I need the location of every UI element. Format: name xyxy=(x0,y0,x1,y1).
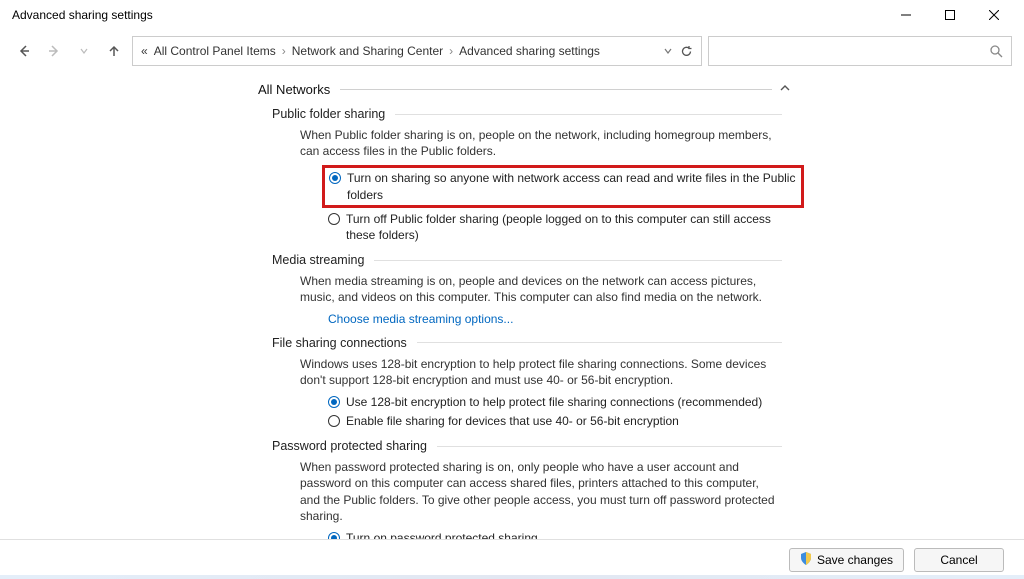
radio-icon xyxy=(328,213,340,225)
breadcrumb-item[interactable]: All Control Panel Items xyxy=(154,44,276,58)
arrow-right-icon xyxy=(47,44,61,58)
nav-row: « All Control Panel Items › Network and … xyxy=(0,30,1024,72)
breadcrumb-item[interactable]: Advanced sharing settings xyxy=(459,44,600,58)
close-button[interactable] xyxy=(972,1,1016,29)
radio-icon xyxy=(328,415,340,427)
section-title: All Networks xyxy=(258,82,340,97)
description-text: Windows uses 128-bit encryption to help … xyxy=(300,356,778,388)
back-button[interactable] xyxy=(12,39,36,63)
titlebar: Advanced sharing settings xyxy=(0,0,1024,30)
chevron-right-icon: › xyxy=(449,44,453,58)
description-text: When Public folder sharing is on, people… xyxy=(300,127,778,159)
radio-label: Enable file sharing for devices that use… xyxy=(346,413,679,429)
radio-encryption-4056[interactable]: Enable file sharing for devices that use… xyxy=(328,413,798,429)
chevron-down-icon xyxy=(80,47,88,55)
chevron-up-icon[interactable] xyxy=(772,83,790,96)
subsection-title: Password protected sharing xyxy=(272,439,437,453)
subsection-title: Media streaming xyxy=(272,253,374,267)
chevron-right-icon: › xyxy=(282,44,286,58)
divider xyxy=(437,446,782,447)
shield-icon xyxy=(800,552,812,568)
divider xyxy=(395,114,782,115)
close-icon xyxy=(989,10,999,20)
subsection-title: Public folder sharing xyxy=(272,107,395,121)
minimize-button[interactable] xyxy=(884,1,928,29)
radio-public-sharing-on[interactable]: Turn on sharing so anyone with network a… xyxy=(322,165,804,207)
radio-label: Use 128-bit encryption to help protect f… xyxy=(346,394,762,410)
arrow-left-icon xyxy=(17,44,31,58)
radio-encryption-128[interactable]: Use 128-bit encryption to help protect f… xyxy=(328,394,798,410)
cancel-button[interactable]: Cancel xyxy=(914,548,1004,572)
window-title: Advanced sharing settings xyxy=(12,8,153,22)
breadcrumb-item[interactable]: Network and Sharing Center xyxy=(292,44,443,58)
subsection-header: Password protected sharing xyxy=(272,439,782,453)
content-area: All Networks Public folder sharing When … xyxy=(0,72,1024,539)
save-changes-button[interactable]: Save changes xyxy=(789,548,904,572)
breadcrumb-prefix: « xyxy=(141,44,148,58)
address-bar[interactable]: « All Control Panel Items › Network and … xyxy=(132,36,702,66)
minimize-icon xyxy=(901,10,911,20)
subsection-title: File sharing connections xyxy=(272,336,417,350)
up-button[interactable] xyxy=(102,39,126,63)
maximize-button[interactable] xyxy=(928,1,972,29)
refresh-icon[interactable] xyxy=(680,45,693,58)
subsection-header: Public folder sharing xyxy=(272,107,782,121)
divider xyxy=(417,342,782,343)
chevron-down-icon[interactable] xyxy=(664,47,672,55)
search-icon xyxy=(990,45,1003,58)
radio-label: Turn on password protected sharing xyxy=(346,530,538,539)
section-header[interactable]: All Networks xyxy=(30,82,790,97)
bottom-bar: Save changes Cancel xyxy=(0,539,1024,579)
button-label: Cancel xyxy=(940,553,977,567)
button-label: Save changes xyxy=(817,553,893,567)
radio-public-sharing-off[interactable]: Turn off Public folder sharing (people l… xyxy=(328,211,798,243)
radio-icon xyxy=(328,532,340,539)
radio-label: Turn off Public folder sharing (people l… xyxy=(346,211,798,243)
subsection-header: File sharing connections xyxy=(272,336,782,350)
radio-label: Turn on sharing so anyone with network a… xyxy=(347,170,797,202)
forward-button[interactable] xyxy=(42,39,66,63)
radio-icon xyxy=(329,172,341,184)
divider xyxy=(340,89,772,90)
subsection-header: Media streaming xyxy=(272,253,782,267)
description-text: When media streaming is on, people and d… xyxy=(300,273,778,305)
search-input[interactable] xyxy=(708,36,1012,66)
maximize-icon xyxy=(945,10,955,20)
arrow-up-icon xyxy=(107,44,121,58)
description-text: When password protected sharing is on, o… xyxy=(300,459,778,524)
divider xyxy=(374,260,782,261)
history-dropdown[interactable] xyxy=(72,39,96,63)
link-media-streaming-options[interactable]: Choose media streaming options... xyxy=(328,312,1018,326)
radio-icon xyxy=(328,396,340,408)
radio-password-on[interactable]: Turn on password protected sharing xyxy=(328,530,798,539)
